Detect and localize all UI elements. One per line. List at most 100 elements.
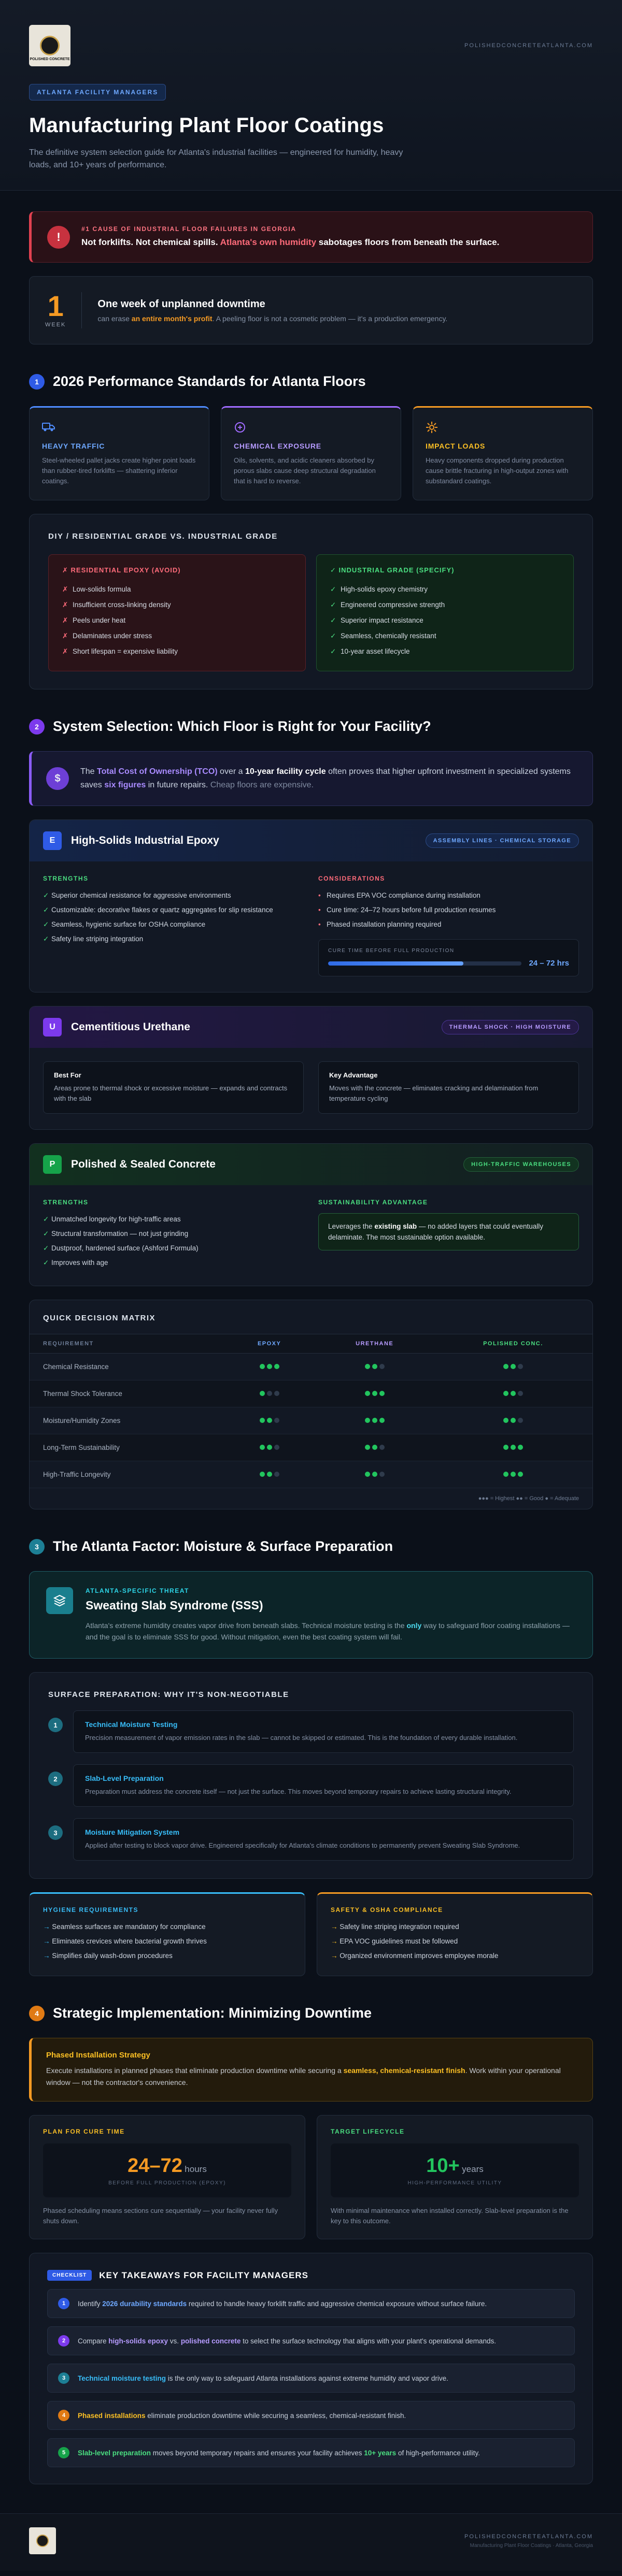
tco-h: Cheap floors are expensive. <box>210 781 314 789</box>
rating-dot-icon <box>259 1472 265 1477</box>
list-item-text: Engineered compressive strength <box>341 601 445 609</box>
cure-progress-track <box>328 961 522 966</box>
rating-dot-icon <box>372 1364 377 1369</box>
cure-card-number: 24–72 <box>128 2155 182 2177</box>
timeline-grid: PLAN FOR CURE TIME 24–72 hours BEFORE FU… <box>29 2115 593 2239</box>
list-item: ✓ Safety line striping integration <box>43 932 304 946</box>
list-item-text: Customizable: decorative flakes or quart… <box>51 906 273 914</box>
rating-cell <box>223 1407 316 1434</box>
rating-cell <box>223 1461 316 1488</box>
rating-dot-icon <box>379 1445 385 1450</box>
company-logo[interactable]: POLISHED CONCRETE <box>29 25 70 66</box>
check-icon: ✓ <box>330 647 336 655</box>
dollar-icon: $ <box>46 767 69 790</box>
system-urethane: U Cementitious Urethane THERMAL SHOCK · … <box>29 1006 593 1130</box>
rating-dot-icon <box>379 1391 385 1396</box>
grade-comparison: DIY / RESIDENTIAL GRADE VS. INDUSTRIAL G… <box>29 514 593 689</box>
list-item-text: Dustproof, hardened surface (Ashford For… <box>51 1244 199 1252</box>
cure-card-unit: hours <box>185 2164 207 2174</box>
tk-d: polished concrete <box>180 2337 241 2345</box>
strengths-label: STRENGTHS <box>43 875 89 882</box>
cure-bar-row: 24 – 72 hrs <box>328 959 569 968</box>
list-item: ✓ Unmatched longevity for high-traffic ar… <box>43 1212 304 1227</box>
takeaway-item: 1 Identify 2026 durability standards req… <box>47 2289 575 2318</box>
rating-cell <box>315 1434 434 1461</box>
check-icon: ✓ <box>330 601 336 609</box>
page: POLISHED CONCRETE POLISHEDCONCRETEATLANT… <box>0 0 622 2571</box>
tk-e: to select the surface technology that al… <box>241 2337 496 2345</box>
list-item-text: Requires EPA VOC compliance during insta… <box>327 891 480 899</box>
takeaway-text: Compare high-solids epoxy vs. polished c… <box>78 2336 496 2347</box>
impact-icon <box>426 421 580 436</box>
check-icon: ✓ <box>43 1259 49 1267</box>
list-item: • Requires EPA VOC compliance during inst… <box>318 888 579 903</box>
system-header: U Cementitious Urethane THERMAL SHOCK · … <box>30 1006 592 1048</box>
list-item-text: Safety line striping integration <box>51 935 144 943</box>
x-icon: ✗ <box>62 601 68 609</box>
takeaway-number: 5 <box>58 2447 69 2458</box>
matrix-col-requirement: REQUIREMENT <box>30 1334 223 1354</box>
step-number: 3 <box>48 1825 63 1840</box>
list-item: ✓ Seamless, hygienic surface for OSHA com… <box>43 917 304 932</box>
list-item: ✓ Superior impact resistance <box>330 613 560 628</box>
list-item: • Phased installation planning required <box>318 917 579 932</box>
cure-card-small: BEFORE FULL PRODUCTION (EPOXY) <box>108 2180 226 2186</box>
rating-dot-icon <box>266 1391 272 1396</box>
hygiene-card: HYGIENE REQUIREMENTS → Seamless surfaces… <box>29 1892 305 1976</box>
list-item-text: Unmatched longevity for high-traffic are… <box>51 1215 181 1223</box>
checklist-badge: CHECKLIST <box>47 2270 92 2281</box>
matrix-table: REQUIREMENT EPOXY URETHANE POLISHED CONC… <box>30 1334 592 1488</box>
section-number: 2 <box>29 718 45 735</box>
card-title: CHEMICAL EXPOSURE <box>234 442 321 450</box>
rating-dot-icon <box>274 1391 279 1396</box>
lifecycle-desc: With minimal maintenance when installed … <box>331 2207 569 2225</box>
hero-top: POLISHED CONCRETE POLISHEDCONCRETEATLANT… <box>29 25 593 66</box>
footer-site[interactable]: POLISHEDCONCRETEATLANTA.COM <box>464 2534 593 2540</box>
rating-dot-icon <box>259 1418 265 1423</box>
step-card: Technical Moisture Testing Precision mea… <box>73 1710 574 1753</box>
list-item-text: Seamless, chemically resistant <box>341 632 436 640</box>
list-item-text: EPA VOC guidelines must be followed <box>340 1937 458 1945</box>
list-item: ✓ High-solids epoxy chemistry <box>330 582 560 597</box>
sss-b: only <box>406 1621 422 1630</box>
footer-logo[interactable] <box>29 2527 56 2554</box>
step-desc: Applied after testing to block vapor dri… <box>85 1841 520 1849</box>
site-url[interactable]: POLISHEDCONCRETEATLANTA.COM <box>464 42 593 49</box>
system-body: STRENGTHS ✓ Superior chemical resistance … <box>30 861 592 992</box>
sss-a: Atlanta's extreme humidity creates vapor… <box>86 1621 407 1630</box>
sss-callout: ATLANTA-SPECIFIC THREAT Sweating Slab Sy… <box>29 1571 593 1659</box>
rating-dot-icon <box>274 1445 279 1450</box>
lifecycle-card: TARGET LIFECYCLE 10+ years HIGH-PERFORMA… <box>317 2115 593 2239</box>
step-card: Moisture Mitigation System Applied after… <box>73 1818 574 1861</box>
list-item: ✗ Low-solids formula <box>62 582 292 597</box>
hero-header: POLISHED CONCRETE POLISHEDCONCRETEATLANT… <box>0 0 622 191</box>
tco-callout: $ The Total Cost of Ownership (TCO) over… <box>29 751 593 806</box>
takeaway-text: Phased installations eliminate productio… <box>78 2410 406 2421</box>
matrix-col-epoxy: EPOXY <box>223 1334 316 1354</box>
check-icon: ✓ <box>43 935 49 943</box>
list-item: → Organized environment improves employe… <box>331 1949 579 1963</box>
tk-c: vs. <box>168 2337 181 2345</box>
matrix-col-urethane: URETHANE <box>315 1334 434 1354</box>
step-title: Technical Moisture Testing <box>85 1720 178 1729</box>
rating-dot-icon <box>510 1364 516 1369</box>
sust-b: existing slab <box>374 1222 417 1230</box>
strengths-list: ✓ Superior chemical resistance for aggres… <box>43 888 304 946</box>
system-badge: HIGH-TRAFFIC WAREHOUSES <box>463 1157 579 1172</box>
rating-dot-icon <box>259 1391 265 1396</box>
card-desc: Steel-wheeled pallet jacks create higher… <box>42 456 196 485</box>
considerations-list: • Requires EPA VOC compliance during inst… <box>318 888 579 932</box>
rating-dot-icon <box>510 1445 516 1450</box>
standards-grid: HEAVY TRAFFIC Steel-wheeled pallet jacks… <box>29 406 593 500</box>
tk-c: required to handle heavy forklift traffi… <box>187 2299 487 2308</box>
step-number: 1 <box>48 1718 63 1732</box>
list-item-text: Superior chemical resistance for aggress… <box>51 891 231 899</box>
rating-dot-icon <box>364 1364 370 1369</box>
rating-cell <box>433 1407 592 1434</box>
list-item-text: Eliminates crevices where bacterial grow… <box>52 1937 207 1945</box>
list-item: ✓ 10-year asset lifecycle <box>330 644 560 659</box>
rating-dot-icon <box>266 1445 272 1450</box>
best-for-title: Best For <box>54 1071 81 1079</box>
surface-prep: SURFACE PREPARATION: WHY IT'S NON-NEGOTI… <box>29 1672 593 1879</box>
list-item-text: Cure time: 24–72 hours before full produ… <box>327 906 496 914</box>
